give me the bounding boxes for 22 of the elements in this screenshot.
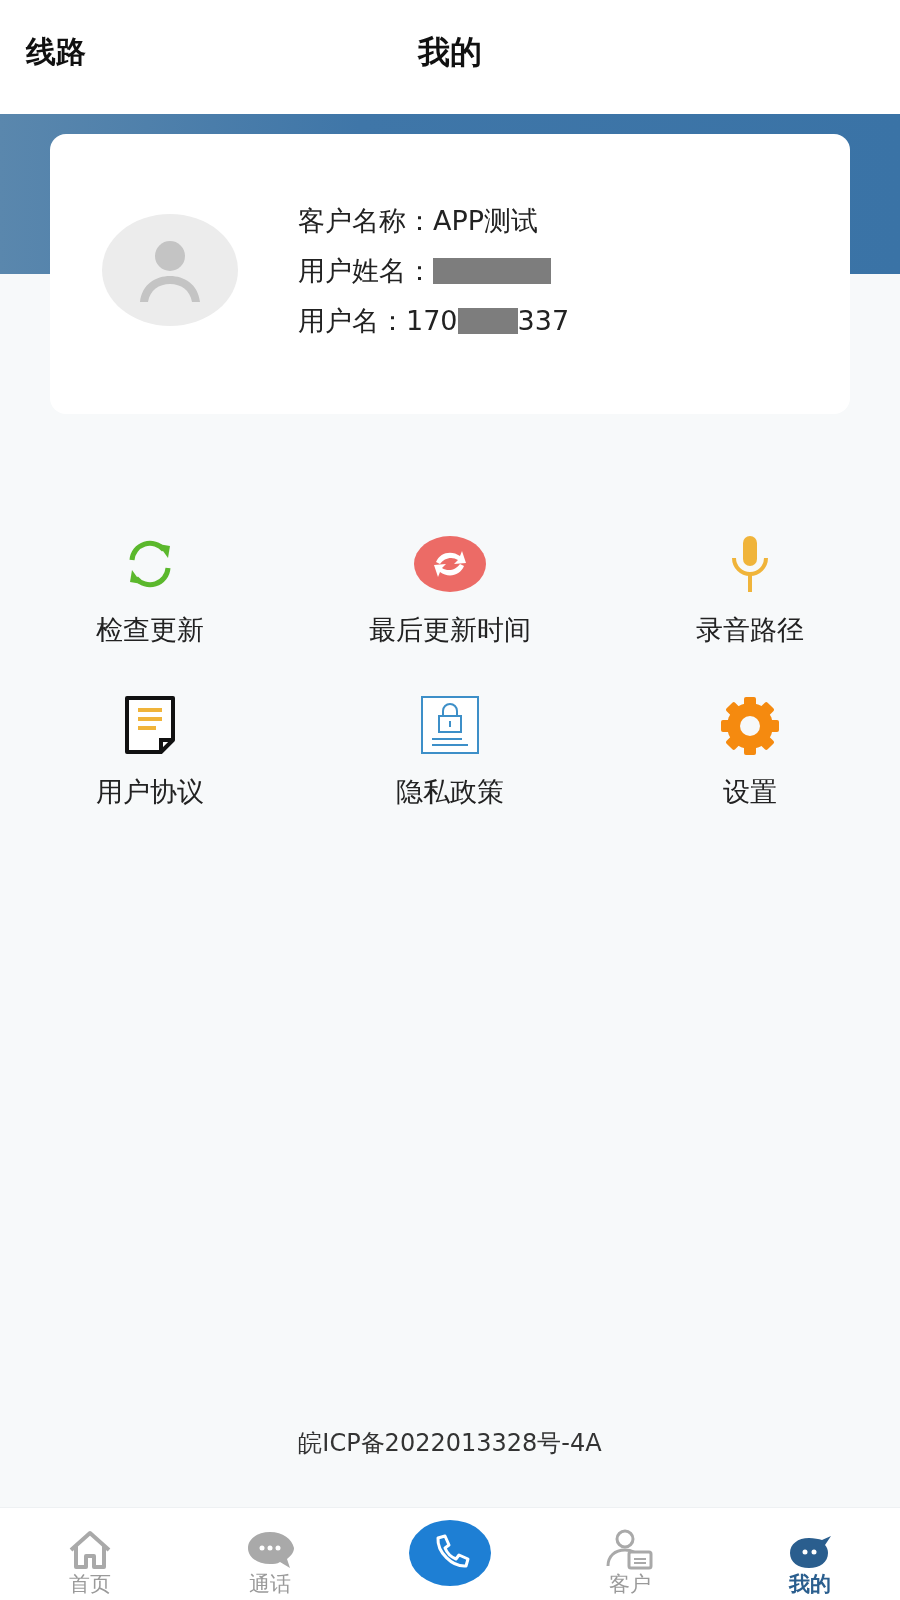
- chat-face-icon: [787, 1534, 833, 1570]
- profile-field-value: APP测试: [433, 204, 539, 238]
- menu-item[interactable]: 隐私政策: [396, 774, 504, 810]
- menu-item[interactable]: 设置: [723, 774, 777, 810]
- profile-field-label: 客户名称：: [298, 204, 433, 238]
- tab-item[interactable]: 我的: [789, 1570, 831, 1598]
- home-icon: [67, 1530, 113, 1570]
- profile-field-value: 337: [517, 304, 570, 338]
- profile-field-label: 用户名：: [298, 304, 406, 338]
- icp-notice: 皖ICP备2022013328号-4A: [297, 1428, 603, 1459]
- avatar-icon: [102, 214, 238, 326]
- person-card-icon: [605, 1528, 655, 1570]
- sync-icon: [414, 534, 486, 594]
- route-link[interactable]: 线路: [26, 31, 86, 73]
- menu-item[interactable]: 录音路径: [696, 612, 804, 648]
- menu-item[interactable]: 检查更新: [96, 612, 204, 648]
- page-title: 我的: [418, 32, 482, 73]
- chat-bubble-icon: [246, 1530, 294, 1570]
- menu-item[interactable]: 用户协议: [96, 774, 204, 810]
- profile-field-label: 用户姓名：: [298, 254, 433, 288]
- menu-item[interactable]: 最后更新时间: [369, 612, 531, 648]
- profile-field-value: 170: [406, 304, 458, 338]
